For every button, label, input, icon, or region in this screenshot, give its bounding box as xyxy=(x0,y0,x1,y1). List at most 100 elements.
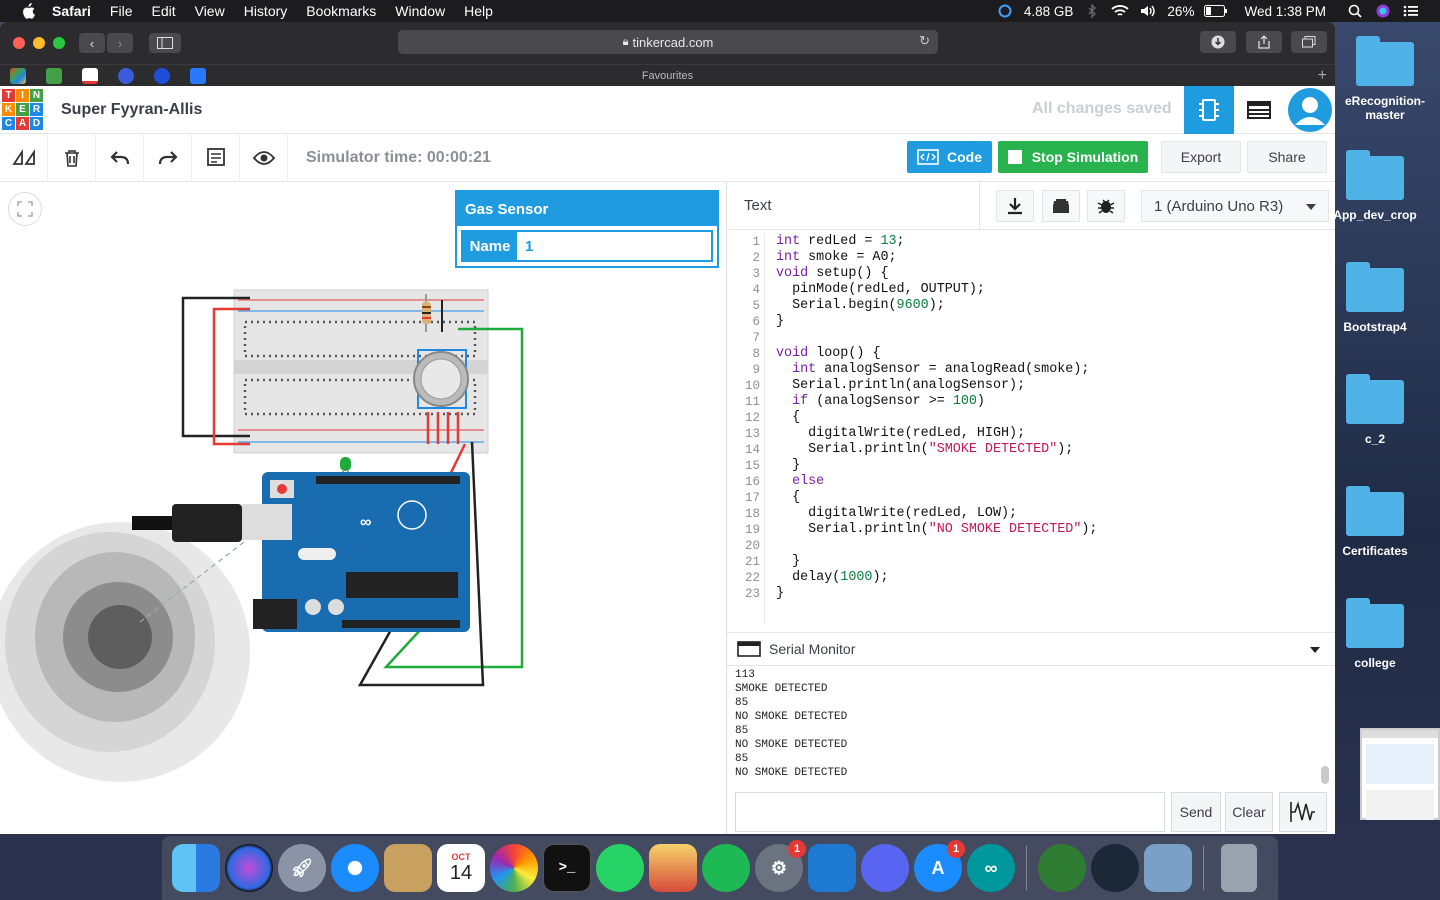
rotate-button[interactable] xyxy=(0,133,48,182)
code-line[interactable]: int redLed = 13; xyxy=(776,234,1097,250)
code-line[interactable]: digitalWrite(redLed, LOW); xyxy=(776,506,1097,522)
code-line[interactable]: if (analogSensor >= 100) xyxy=(776,394,1097,410)
code-lines[interactable]: int redLed = 13; int smoke = A0; void setu… xyxy=(776,234,1097,602)
clock[interactable]: Wed 1:38 PM xyxy=(1244,4,1326,19)
arduino-uno-board[interactable]: ∞ xyxy=(253,472,470,632)
download-code-button[interactable] xyxy=(996,190,1034,222)
wifi-icon[interactable] xyxy=(1111,4,1130,18)
desktop-folder-bootstrap4[interactable]: Bootstrap4 xyxy=(1320,262,1430,334)
menu-bookmarks[interactable]: Bookmarks xyxy=(306,3,376,19)
serial-monitor-scrollbar[interactable] xyxy=(1321,666,1329,784)
code-line[interactable]: { xyxy=(776,490,1097,506)
vscode-icon[interactable] xyxy=(808,844,856,892)
code-line[interactable]: Serial.println("NO SMOKE DETECTED"); xyxy=(776,522,1097,538)
board-selector[interactable]: 1 (Arduino Uno R3) xyxy=(1141,190,1329,222)
close-window-button[interactable] xyxy=(13,37,25,49)
back-button[interactable]: ‹ xyxy=(79,33,105,53)
sidebar-toggle-button[interactable] xyxy=(149,33,181,53)
spotlight-search-icon[interactable] xyxy=(1346,4,1364,18)
code-line[interactable]: Serial.println("SMOKE DETECTED"); xyxy=(776,442,1097,458)
terminal-icon[interactable]: >_ xyxy=(543,844,591,892)
code-line[interactable] xyxy=(776,330,1097,346)
code-line[interactable]: } xyxy=(776,314,1097,330)
serial-clear-button[interactable]: Clear xyxy=(1225,792,1273,832)
volume-icon[interactable] xyxy=(1139,4,1157,18)
siri-icon[interactable] xyxy=(225,844,273,892)
code-line[interactable]: void setup() { xyxy=(776,266,1097,282)
popcorn-time-icon[interactable] xyxy=(649,844,697,892)
desktop-folder-college[interactable]: college xyxy=(1320,598,1430,670)
visibility-button[interactable] xyxy=(240,133,288,182)
undo-button[interactable] xyxy=(96,133,144,182)
export-button[interactable]: Export xyxy=(1161,141,1241,173)
preview-icon[interactable] xyxy=(1144,844,1192,892)
code-line[interactable]: int smoke = A0; xyxy=(776,250,1097,266)
menu-edit[interactable]: Edit xyxy=(151,3,175,19)
code-line[interactable]: } xyxy=(776,554,1097,570)
screenshot-thumbnail[interactable] xyxy=(1360,728,1440,820)
share-page-button[interactable] xyxy=(1246,31,1282,53)
whatsapp-icon[interactable] xyxy=(596,844,644,892)
desktop-folder-recognition[interactable]: eRecognition- master xyxy=(1330,36,1440,122)
arduino-icon[interactable]: ∞ xyxy=(967,844,1015,892)
menu-window[interactable]: Window xyxy=(395,3,445,19)
safari-icon[interactable] xyxy=(331,844,379,892)
downloads-button[interactable] xyxy=(1200,31,1236,53)
code-button[interactable]: Code xyxy=(907,141,992,173)
code-line[interactable]: Serial.println(analogSensor); xyxy=(776,378,1097,394)
serial-send-button[interactable]: Send xyxy=(1171,792,1221,832)
app-store-icon[interactable]: A1 xyxy=(914,840,965,892)
finder-icon[interactable] xyxy=(172,844,220,892)
trash-icon[interactable] xyxy=(1221,844,1257,892)
system-preferences-icon[interactable]: ⚙︎ 1 xyxy=(755,840,806,892)
bluetooth-icon[interactable] xyxy=(1083,4,1101,18)
photos-icon[interactable] xyxy=(490,844,538,892)
component-list-button[interactable] xyxy=(1234,86,1284,134)
tab-overview-button[interactable] xyxy=(1291,31,1327,53)
new-tab-icon[interactable]: + xyxy=(1318,67,1327,85)
code-line[interactable]: pinMode(redLed, OUTPUT); xyxy=(776,282,1097,298)
user-avatar[interactable] xyxy=(1285,86,1335,134)
code-editor[interactable]: 1 2 3 4 5 6 7 8 9 10 11 12 13 14 15 16 17 18 19 20 21 22 23 in… xyxy=(727,234,1335,624)
code-line[interactable]: } xyxy=(776,458,1097,474)
share-button[interactable]: Share xyxy=(1247,141,1327,173)
collapse-caret-icon[interactable] xyxy=(1310,647,1320,653)
calendar-icon[interactable]: OCT 14 xyxy=(437,844,485,892)
code-line[interactable] xyxy=(776,538,1097,554)
redo-button[interactable] xyxy=(144,133,192,182)
apple-icon[interactable] xyxy=(18,3,38,19)
circuit-view-button[interactable] xyxy=(1184,86,1234,134)
siri-icon[interactable] xyxy=(1374,4,1392,18)
menu-view[interactable]: View xyxy=(195,3,225,19)
name-field-value[interactable]: 1 xyxy=(517,232,711,260)
circuit-canvas[interactable]: ∞ Gas Sensor Name 1 xyxy=(0,182,726,834)
desktop-folder-app-dev-crop[interactable]: App_dev_crop xyxy=(1320,150,1430,222)
spotify-icon[interactable] xyxy=(702,844,750,892)
notification-center-icon[interactable] xyxy=(1402,4,1420,18)
forward-button[interactable]: › xyxy=(107,33,133,53)
memory-monitor-icon[interactable] xyxy=(996,4,1014,18)
code-line[interactable]: int analogSensor = analogRead(smoke); xyxy=(776,362,1097,378)
code-line[interactable]: delay(1000); xyxy=(776,570,1097,586)
zoom-window-button[interactable] xyxy=(53,37,65,49)
android-studio-icon[interactable] xyxy=(1038,844,1086,892)
desktop-folder-c2[interactable]: c_2 xyxy=(1320,374,1430,446)
code-line[interactable]: digitalWrite(redLed, HIGH); xyxy=(776,426,1097,442)
launchpad-icon[interactable]: 🚀︎ xyxy=(278,844,326,892)
minimize-window-button[interactable] xyxy=(33,37,45,49)
contacts-icon[interactable] xyxy=(384,844,432,892)
reload-icon[interactable]: ↻ xyxy=(919,33,930,49)
code-line[interactable]: { xyxy=(776,410,1097,426)
code-mode-label[interactable]: Text xyxy=(744,197,772,214)
battery-icon[interactable] xyxy=(1204,5,1228,17)
menu-app-name[interactable]: Safari xyxy=(52,3,91,19)
notes-button[interactable] xyxy=(192,133,240,182)
menu-history[interactable]: History xyxy=(244,3,288,19)
address-bar[interactable]: 🔒︎ tinkercad.com ↻ xyxy=(398,30,938,54)
libraries-button[interactable] xyxy=(1042,190,1080,222)
component-name-field[interactable]: Name 1 xyxy=(461,230,713,262)
gas-sensor[interactable] xyxy=(413,349,469,409)
project-name[interactable]: Super Fyyran-Allis xyxy=(61,101,202,119)
desktop-folder-certificates[interactable]: Certificates xyxy=(1320,486,1430,558)
serial-monitor-header[interactable]: Serial Monitor xyxy=(727,632,1335,666)
